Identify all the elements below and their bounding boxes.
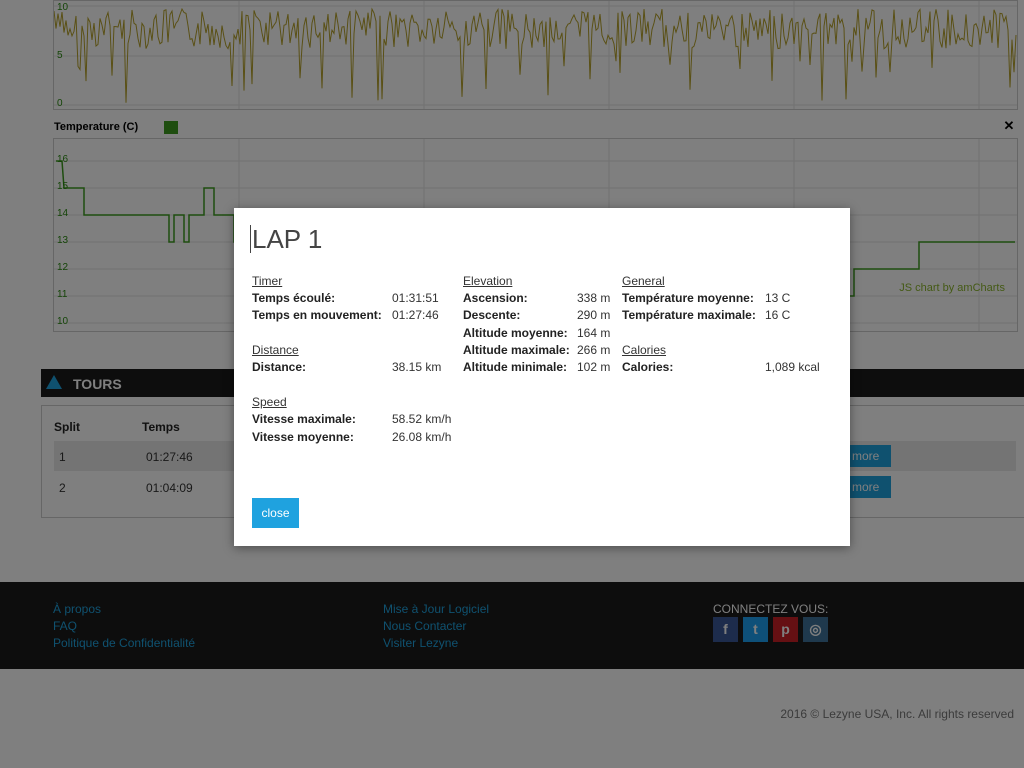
calories-label: Calories: [622,360,674,374]
avg-temperature-label: Température moyenne: [622,291,754,305]
section-heading-calories: Calories [622,343,667,357]
distance-value: 38.15 km [392,360,442,374]
avg-speed-label: Vitesse moyenne: [252,430,354,444]
moving-time-value: 01:27:46 [392,308,439,322]
moving-time-label: Temps en mouvement: [252,308,382,322]
distance-label: Distance: [252,360,307,374]
ascent-value: 338 m [577,291,611,305]
section-heading-general: General [622,274,665,288]
max-speed-value: 58.52 km/h [392,412,452,426]
modal-title: LAP 1 [252,224,323,254]
elapsed-time-label: Temps écoulé: [252,291,336,305]
max-altitude-label: Altitude maximale: [463,343,570,357]
lap-details-modal: LAP 1 Timer Temps écoulé: 01:31:51 Temps… [234,208,850,546]
elapsed-time-value: 01:31:51 [392,291,439,305]
ascent-label: Ascension: [463,291,528,305]
avg-speed-value: 26.08 km/h [392,430,452,444]
max-temperature-label: Température maximale: [622,308,756,322]
max-speed-label: Vitesse maximale: [252,412,356,426]
min-altitude-value: 102 m [577,360,611,374]
text-cursor [250,225,251,253]
avg-temperature-value: 13 C [765,291,791,305]
min-altitude-label: Altitude minimale: [463,360,568,374]
max-altitude-value: 266 m [577,343,611,357]
calories-value: 1,089 kcal [765,360,820,374]
avg-altitude-value: 164 m [577,326,611,340]
close-button[interactable]: close [252,498,299,528]
section-heading-speed: Speed [252,395,287,409]
descent-value: 290 m [577,308,611,322]
descent-label: Descente: [463,308,521,322]
section-heading-elevation: Elevation [463,274,513,288]
max-temperature-value: 16 C [765,308,791,322]
section-heading-distance: Distance [252,343,299,357]
section-heading-timer: Timer [252,274,283,288]
avg-altitude-label: Altitude moyenne: [463,326,568,340]
